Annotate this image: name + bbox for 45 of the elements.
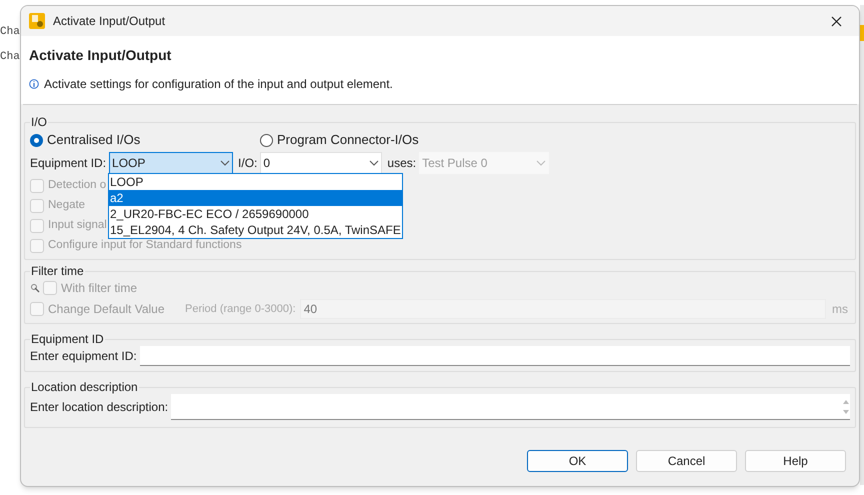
dropdown-option[interactable]: LOOP [109, 174, 402, 190]
input-field[interactable] [140, 346, 850, 366]
radio-label: Centralised I/Os [47, 131, 140, 150]
checkbox-label: Change Default Value [48, 301, 166, 318]
close-icon [830, 16, 842, 26]
equipment-label: Equipment ID: [30, 155, 106, 172]
dropdown-option[interactable]: a2 [109, 190, 402, 206]
group-label: Filter time [30, 264, 85, 278]
group-label: Location description [30, 380, 139, 394]
field-label: Enter location description: [30, 399, 168, 416]
uses-label: uses: [387, 155, 416, 172]
dropdown-option[interactable]: 15_EL2904, 4 Ch. Safety Output 24V, 0.5A, TwinSAFE [109, 222, 402, 238]
io-dropdown[interactable]: 0 [260, 152, 382, 174]
header-title: Activate Input/Output [29, 46, 172, 65]
info-icon [29, 79, 39, 89]
group-label: Equipment ID [30, 332, 105, 346]
input-field[interactable] [171, 394, 850, 420]
unit-label: ms [831, 301, 849, 318]
radio-label: Program Connector-I/Os [277, 131, 419, 150]
period-field[interactable]: 40 [300, 299, 826, 319]
io-label: I/O: [238, 155, 258, 172]
background-text: Cha [0, 50, 20, 64]
checkbox-label: Detection o [48, 178, 106, 194]
chevron-down-icon [369, 160, 380, 166]
app-icon [29, 13, 45, 29]
tab-marker [860, 25, 864, 41]
background-text: Cha [0, 25, 20, 40]
checkbox-label: Configure input for Standard functions [48, 238, 242, 254]
chevron-down-icon [220, 160, 230, 166]
dialog-button[interactable]: Help [745, 450, 846, 472]
window-title: Activate Input/Output [53, 13, 166, 30]
dropdown-option[interactable]: 2_UR20-FBC-EC ECO / 2659690000 [109, 206, 402, 222]
dialog-button[interactable]: Cancel [636, 450, 737, 472]
info-text: Activate settings for configuration of the input and output element. [44, 76, 393, 93]
chevron-down-icon [536, 160, 546, 166]
group-label: I/O [30, 115, 48, 129]
dialog-button[interactable]: OK [527, 450, 628, 472]
radio-button[interactable] [260, 134, 273, 146]
checkbox-label: With filter time [61, 280, 138, 297]
period-label: Period (range 0-3000): [185, 302, 296, 317]
checkbox-label: Negate [48, 198, 86, 214]
checkbox-label: Input signal [48, 218, 107, 234]
equipment-dropdown[interactable]: LOOP [109, 152, 234, 174]
field-label: Enter equipment ID: [30, 348, 137, 365]
radio-button[interactable] [30, 134, 43, 146]
